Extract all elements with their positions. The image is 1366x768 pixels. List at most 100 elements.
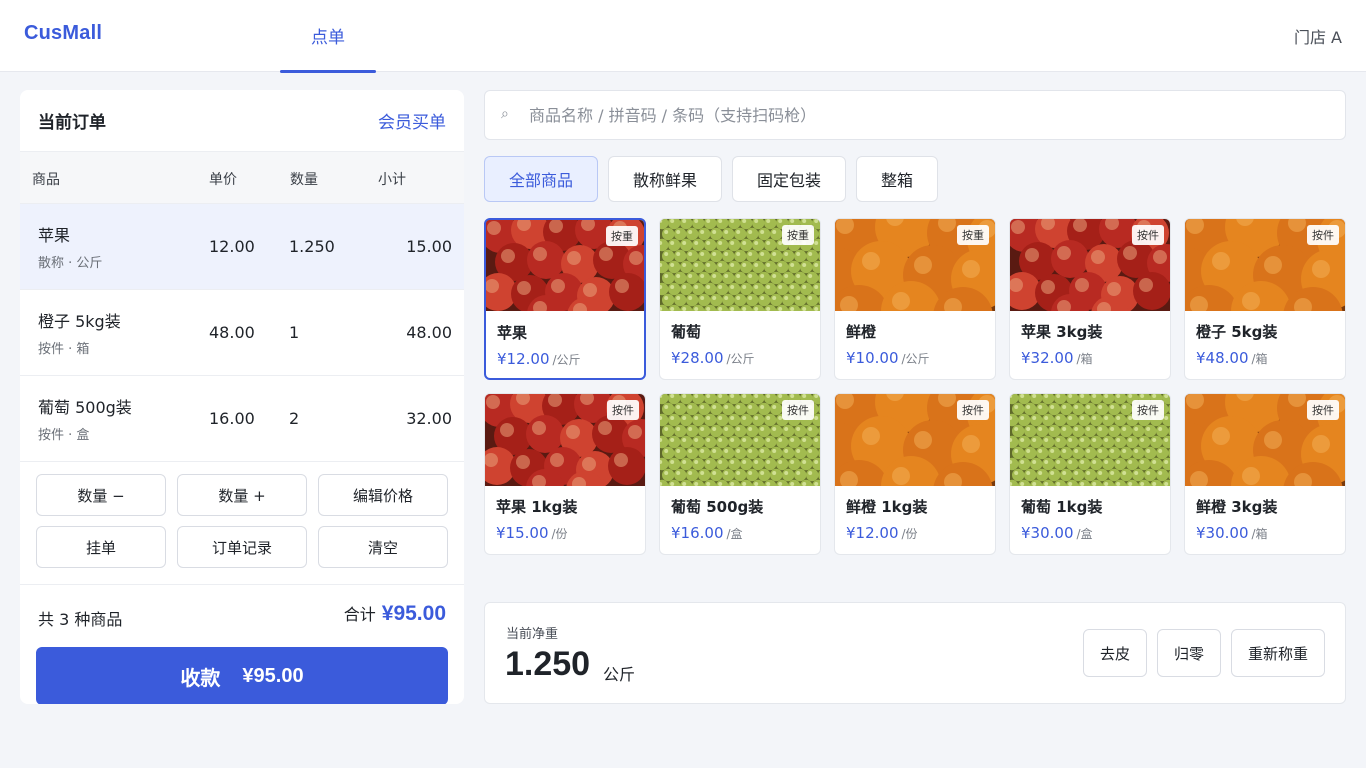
order-item-subtotal: 48.00	[406, 323, 452, 342]
product-card[interactable]: 按重葡萄 ¥28.00/公斤	[659, 218, 821, 380]
hold-order-button[interactable]: 挂单	[36, 526, 166, 568]
category-tab[interactable]: 全部商品	[484, 156, 599, 202]
qty-increase-button[interactable]: 数量 +	[177, 474, 307, 516]
order-history-button[interactable]: 订单记录	[177, 526, 307, 568]
tab-order[interactable]: 点单	[280, 0, 376, 73]
col-price: 单价	[209, 172, 237, 188]
order-item-subtotal: 15.00	[406, 237, 452, 256]
order-footer: 共 3 种商品 合计 ¥95.00 收款 ¥95.00	[20, 584, 464, 704]
order-item-qty: 1	[289, 323, 300, 342]
scale-panel: 当前净重 1.250 公斤 去皮 归零 重新称重	[484, 602, 1346, 704]
tare-button[interactable]: 去皮	[1082, 629, 1147, 677]
product-image: 按件	[835, 394, 995, 486]
product-price-line: ¥10.00/公斤	[846, 349, 930, 367]
order-item-qty: 1.250	[289, 237, 335, 256]
zero-button[interactable]: 归零	[1156, 629, 1221, 677]
product-price-line: ¥30.00/盒	[1021, 524, 1093, 542]
product-grid: 按重 苹果 ¥12.00/公斤 按重 葡萄 ¥28.00/公斤 按重 鲜橙 ¥10.00/公斤按…	[484, 218, 1346, 555]
product-name: 葡萄 500g装	[671, 498, 764, 516]
sale-type-badge: 按件	[957, 400, 989, 420]
product-unit: /份	[901, 527, 918, 541]
sale-type-badge: 按重	[606, 226, 638, 246]
order-item-price: 16.00	[209, 409, 255, 428]
product-price-line: ¥28.00/公斤	[671, 349, 755, 367]
qty-decrease-button[interactable]: 数量 −	[36, 474, 166, 516]
col-name: 商品	[32, 172, 60, 188]
search-icon: ⌕	[501, 106, 509, 122]
sale-type-badge: 按重	[782, 225, 814, 245]
weight-value: 1.250	[505, 645, 591, 683]
order-item-meta: 散称 · 公斤	[38, 256, 103, 271]
product-card[interactable]: 按件 苹果 3kg装 ¥32.00/箱	[1009, 218, 1171, 380]
product-image: 按重	[835, 219, 995, 311]
product-unit: /份	[551, 527, 568, 541]
category-tab[interactable]: 固定包装	[732, 156, 847, 202]
weight-unit: 公斤	[603, 665, 636, 684]
product-price: ¥15.00	[496, 524, 549, 542]
product-card[interactable]: 按件 橙子 5kg装 ¥48.00/箱	[1184, 218, 1346, 380]
col-subtotal: 小计	[378, 172, 406, 188]
order-actions: 数量 − 数量 + 编辑价格挂单 订单记录 清空	[36, 474, 448, 568]
product-name: 葡萄	[671, 323, 702, 341]
product-image: 按件	[485, 394, 645, 486]
order-item-name: 橙子 5kg装	[38, 312, 121, 331]
category-tabs: 全部商品 散称鲜果 固定包装 整箱	[484, 156, 939, 202]
product-card[interactable]: 按重鲜橙 ¥10.00/公斤	[834, 218, 996, 380]
top-bar: CusMall 点单 门店 A	[0, 0, 1366, 73]
product-price-line: ¥30.00/箱	[1196, 524, 1268, 542]
order-item-name: 苹果	[38, 226, 71, 245]
order-header: 当前订单 会员买单	[20, 90, 464, 152]
product-unit: /盒	[1076, 527, 1093, 541]
order-item-price: 48.00	[209, 323, 255, 342]
order-row[interactable]: 苹果 散称 · 公斤 12.00 1.250 15.00	[20, 204, 464, 290]
search-input[interactable]	[529, 91, 1329, 139]
order-item-meta: 按件 · 盒	[38, 428, 90, 443]
product-card[interactable]: 按件 鲜橙 3kg装 ¥30.00/箱	[1184, 393, 1346, 555]
col-qty: 数量	[290, 172, 318, 188]
product-price-line: ¥12.00/公斤	[497, 350, 581, 368]
product-unit: /箱	[1251, 527, 1268, 541]
product-card[interactable]: 按件 葡萄 1kg装 ¥30.00/盒	[1009, 393, 1171, 555]
category-tab[interactable]: 整箱	[856, 156, 939, 202]
product-image: 按件	[1010, 219, 1170, 311]
clear-order-button[interactable]: 清空	[318, 526, 448, 568]
product-unit: /公斤	[901, 352, 930, 366]
reweigh-button[interactable]: 重新称重	[1230, 629, 1325, 677]
brand-logo[interactable]: CusMall	[24, 22, 102, 45]
sale-type-badge: 按件	[1307, 400, 1339, 420]
product-card[interactable]: 按件 苹果 1kg装 ¥15.00/份	[484, 393, 646, 555]
product-name: 鲜橙 1kg装	[846, 498, 928, 516]
sale-type-badge: 按件	[1132, 400, 1164, 420]
sale-type-badge: 按件	[607, 400, 639, 420]
product-price: ¥48.00	[1196, 349, 1249, 367]
order-table-header: 商品 单价 数量 小计	[20, 152, 464, 204]
product-card[interactable]: 按件 鲜橙 1kg装 ¥12.00/份	[834, 393, 996, 555]
product-unit: /盒	[726, 527, 743, 541]
order-item-meta: 按件 · 箱	[38, 342, 90, 357]
edit-price-button[interactable]: 编辑价格	[318, 474, 448, 516]
order-item-name: 葡萄 500g装	[38, 398, 132, 417]
pay-button[interactable]: 收款 ¥95.00	[36, 647, 448, 704]
order-row[interactable]: 葡萄 500g装 按件 · 盒 16.00 2 32.00	[20, 376, 464, 462]
sale-type-badge: 按件	[1307, 225, 1339, 245]
product-price: ¥32.00	[1021, 349, 1074, 367]
product-price: ¥10.00	[846, 349, 899, 367]
product-price-line: ¥48.00/箱	[1196, 349, 1268, 367]
search-bar: ⌕	[484, 90, 1346, 140]
order-row[interactable]: 橙子 5kg装按件 · 箱 48.00 1 48.00	[20, 290, 464, 376]
product-name: 苹果 3kg装	[1021, 323, 1103, 341]
product-image: 按件	[660, 394, 820, 486]
product-card[interactable]: 按件 葡萄 500g装 ¥16.00/盒	[659, 393, 821, 555]
total-label: 合计	[343, 605, 376, 624]
product-price: ¥12.00	[497, 350, 550, 368]
product-image: 按重	[660, 219, 820, 311]
category-tab[interactable]: 散称鲜果	[608, 156, 723, 202]
product-unit: /公斤	[726, 352, 755, 366]
order-title: 当前订单	[38, 113, 106, 133]
product-price: ¥28.00	[671, 349, 724, 367]
store-name[interactable]: 门店 A	[1294, 24, 1342, 48]
pay-label: 收款	[180, 667, 221, 690]
product-card[interactable]: 按重 苹果 ¥12.00/公斤	[484, 218, 646, 380]
product-name: 鲜橙	[846, 323, 877, 341]
member-pay-link[interactable]: 会员买单	[378, 108, 446, 133]
